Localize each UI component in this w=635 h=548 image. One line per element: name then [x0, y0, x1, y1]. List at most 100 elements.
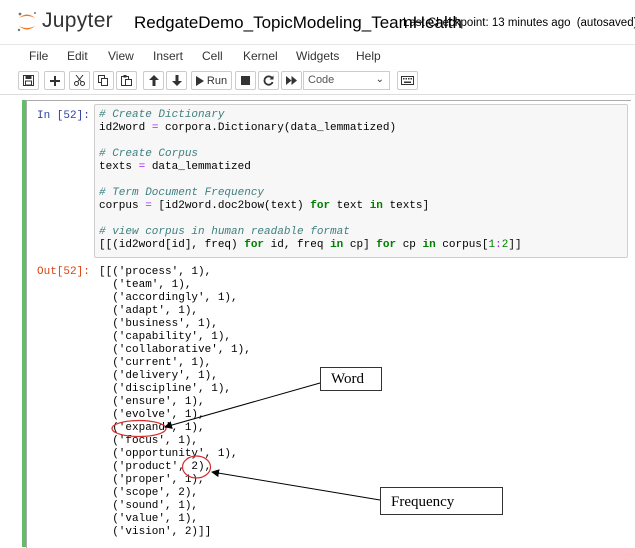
code-token: ]]	[508, 239, 522, 251]
notebook-header: Jupyter RedgateDemo_TopicModeling_TeamHe…	[0, 0, 635, 44]
output-line: ('accordingly', 1),	[99, 292, 238, 304]
chevron-down-icon: ⌄	[375, 74, 384, 85]
code-line: texts = data_lemmatized	[99, 161, 251, 174]
output-line: ('collaborative', 1),	[99, 344, 251, 356]
code-token: corpora.Dictionary(data_lemmatized)	[158, 122, 397, 134]
jupyter-brand[interactable]: Jupyter	[42, 9, 113, 33]
run-button[interactable]: Run	[191, 71, 232, 90]
code-token: corpus	[99, 200, 146, 212]
code-operator: :	[495, 239, 502, 251]
save-icon	[23, 75, 34, 86]
menu-view[interactable]: View	[108, 49, 134, 63]
code-operator: =	[145, 200, 152, 212]
code-token: texts]	[382, 200, 430, 212]
output-line: ('product', 2),	[99, 461, 212, 473]
code-line: [[(id2word[id], freq) for id, freq in cp…	[99, 239, 522, 252]
arrow-up-icon	[148, 75, 159, 86]
restart-button[interactable]	[258, 71, 279, 90]
paste-button[interactable]	[116, 71, 137, 90]
output-line: ('focus', 1),	[99, 435, 199, 447]
code-token: texts	[99, 161, 139, 173]
code-token: text	[330, 200, 370, 212]
code-line: # Create Corpus	[99, 148, 198, 161]
input-prompt: In [52]:	[37, 110, 90, 122]
output-line: ('opportunity', 1),	[99, 448, 238, 460]
run-label: Run	[206, 74, 228, 87]
output-line: ('adapt', 1),	[99, 305, 199, 317]
copy-icon	[98, 75, 108, 86]
menu-widgets[interactable]: Widgets	[296, 49, 339, 63]
output-line: ('expand', 1),	[99, 422, 205, 434]
arrow-down-icon	[171, 75, 182, 86]
code-line: # Term Document Frequency	[99, 187, 264, 200]
menu-edit[interactable]: Edit	[67, 49, 88, 63]
autosave-text: (autosaved)	[576, 17, 635, 29]
cell-type-select[interactable]: Code ⌄	[303, 71, 390, 90]
code-keyword: in	[422, 239, 436, 251]
fast-forward-icon	[286, 76, 297, 85]
code-token: [[(id2word[id], freq)	[99, 239, 245, 251]
output-prompt: Out[52]:	[37, 266, 90, 278]
output-line: ('delivery', 1),	[99, 370, 218, 382]
toolbar: Run Code ⌄	[0, 68, 635, 95]
restart-icon	[263, 75, 274, 86]
insert-cell-button[interactable]	[44, 71, 65, 90]
code-token: id, freq	[264, 239, 331, 251]
code-line: id2word = corpora.Dictionary(data_lemmat…	[99, 122, 396, 135]
copy-button[interactable]	[93, 71, 114, 90]
output-line: ('current', 1),	[99, 357, 212, 369]
menu-kernel[interactable]: Kernel	[243, 49, 278, 63]
cut-button[interactable]	[69, 71, 90, 90]
move-up-button[interactable]	[143, 71, 164, 90]
code-keyword: for	[244, 239, 265, 251]
output-line: ('value', 1),	[99, 513, 199, 525]
word-label-box: Word	[320, 367, 382, 391]
code-token: cp]	[343, 239, 377, 251]
code-comment: # view corpus in human readable format	[99, 226, 350, 238]
code-keyword: in	[369, 200, 383, 212]
code-comment: # Create Dictionary	[99, 109, 225, 121]
cut-icon	[74, 75, 85, 86]
code-keyword: for	[310, 200, 331, 212]
restart-run-all-button[interactable]	[281, 71, 302, 90]
menu-file[interactable]: File	[29, 49, 48, 63]
output-line: ('proper', 1),	[99, 474, 205, 486]
code-keyword: in	[330, 239, 344, 251]
menu-cell[interactable]: Cell	[202, 49, 223, 63]
code-token: corpus[	[435, 239, 489, 251]
move-down-button[interactable]	[166, 71, 187, 90]
play-icon	[195, 75, 204, 86]
code-keyword: for	[376, 239, 397, 251]
output-line: ('vision', 2)]]	[99, 526, 212, 538]
output-line: ('capability', 1),	[99, 331, 232, 343]
interrupt-button[interactable]	[235, 71, 256, 90]
paste-icon	[121, 75, 132, 86]
menu-insert[interactable]: Insert	[153, 49, 183, 63]
output-line: ('ensure', 1),	[99, 396, 205, 408]
code-line: # Create Dictionary	[99, 109, 224, 122]
code-token: cp	[396, 239, 423, 251]
code-token: id2word	[99, 122, 152, 134]
cell-type-value: Code	[308, 74, 335, 86]
plus-icon	[49, 75, 60, 86]
menu-help[interactable]: Help	[356, 49, 381, 63]
code-token: [id2word.doc2bow(text)	[151, 200, 311, 212]
checkpoint-status: Last Checkpoint: 13 minutes ago (autosav…	[403, 17, 635, 29]
output-line: ('team', 1),	[99, 279, 192, 291]
output-line: ('scope', 2),	[99, 487, 199, 499]
stop-icon	[241, 76, 250, 85]
menu-bar: File Edit View Insert Cell Kernel Widget…	[0, 44, 635, 67]
cell-selection-indicator	[22, 100, 26, 547]
frequency-label-box: Frequency	[380, 487, 503, 515]
output-line: ('evolve', 1),	[99, 409, 205, 421]
output-line: [[('process', 1),	[99, 266, 212, 278]
command-palette-button[interactable]	[397, 71, 418, 90]
keyboard-icon	[401, 76, 414, 85]
code-line: # view corpus in human readable format	[99, 226, 350, 239]
output-line: ('sound', 1),	[99, 500, 199, 512]
code-comment: # Term Document Frequency	[99, 187, 265, 199]
output-line: ('business', 1),	[99, 318, 218, 330]
code-comment: # Create Corpus	[99, 148, 199, 160]
save-button[interactable]	[18, 71, 39, 90]
jupyter-logo-icon[interactable]	[16, 11, 38, 33]
